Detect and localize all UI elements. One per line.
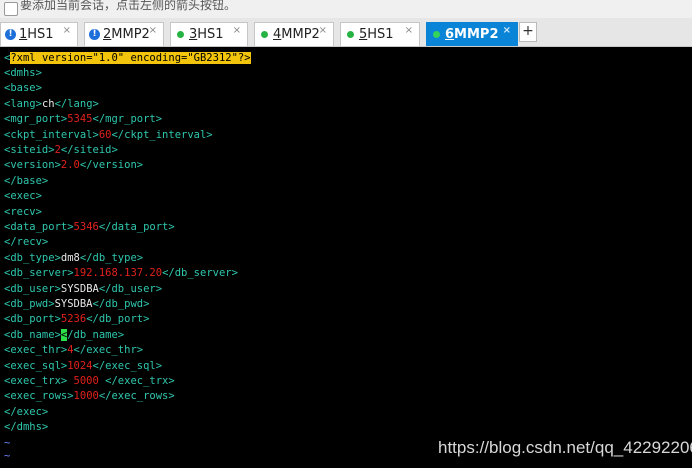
tab-label: 2MMP2 (103, 27, 150, 42)
xml-line: <exec_sql>1024</exec_sql> (4, 359, 163, 372)
status-dot-icon (177, 31, 184, 38)
xml-line: </base> (4, 174, 49, 187)
status-dot-icon (433, 31, 440, 38)
terminal-view[interactable]: <?xml version="1.0" encoding="GB2312"?> … (0, 47, 692, 468)
new-tab-button[interactable]: + (519, 22, 537, 42)
close-tab-icon[interactable]: × (503, 25, 511, 36)
search-highlight: ?xml version="1.0" encoding="GB2312" (10, 52, 238, 64)
watermark: https://blog.csdn.net/qq_42292206 (438, 438, 692, 457)
info-icon: ! (5, 29, 16, 40)
xml-line: <siteid>2</siteid> (4, 144, 118, 156)
xml-line: <dmhs> (4, 67, 42, 79)
tab-1[interactable]: ! 1HS1 × (0, 22, 78, 46)
tab-2[interactable]: ! 2MMP2 × (84, 22, 164, 46)
xml-line: <db_pwd>SYSDBA</db_pwd> (4, 298, 150, 310)
status-dot-icon (347, 31, 354, 38)
xml-line: <db_name></db_name> (4, 328, 125, 341)
xml-line: </recv> (4, 236, 49, 249)
session-hint-bar: 要添加当前会话，点击左侧的箭头按钮。 (0, 0, 692, 18)
xml-line: <version>2.0</version> (4, 159, 144, 172)
xml-line: </dmhs> (4, 421, 49, 434)
tab-6[interactable]: 6MMP2 × (426, 22, 518, 46)
xml-line: <db_type>dm8</db_type> (4, 251, 144, 264)
info-icon: ! (89, 29, 100, 40)
xml-line: <exec_thr>4</exec_thr> (4, 344, 144, 357)
xml-line: <exec> (4, 190, 42, 203)
hint-text: 要添加当前会话，点击左侧的箭头按钮。 (20, 0, 237, 12)
close-tab-icon[interactable]: × (233, 25, 241, 36)
xml-declaration-line: <?xml version="1.0" encoding="GB2312"?> (4, 52, 251, 64)
xml-line: <data_port>5346</data_port> (4, 221, 175, 233)
arrow-icon[interactable] (4, 2, 18, 16)
tab-3[interactable]: 3HS1 × (170, 22, 248, 46)
status-dot-icon (261, 31, 268, 38)
xml-line: <db_user>SYSDBA</db_user> (4, 282, 163, 295)
xml-line: </exec> (4, 405, 49, 418)
xml-line: <mgr_port>5345</mgr_port> (4, 113, 163, 126)
tab-label: 3HS1 (189, 27, 224, 42)
xml-line: <db_server>192.168.137.20</db_server> (4, 267, 238, 280)
xml-line: <base> (4, 82, 42, 95)
xml-line: <db_port>5236</db_port> (4, 313, 150, 326)
xml-line: <exec_rows>1000</exec_rows> (4, 390, 175, 403)
tab-label: 4MMP2 (273, 27, 320, 42)
close-tab-icon[interactable]: × (405, 25, 413, 36)
xml-line: <ckpt_interval>60</ckpt_interval> (4, 128, 213, 141)
close-tab-icon[interactable]: × (149, 25, 157, 36)
tab-label: 1HS1 (19, 27, 54, 42)
tab-label: 5HS1 (359, 27, 394, 42)
close-tab-icon[interactable]: × (63, 25, 71, 36)
xml-line: <lang>ch</lang> (4, 97, 99, 110)
xml-line: <exec_trx> 5000 </exec_trx> (4, 375, 175, 387)
empty-line-tilde: ~ (4, 449, 11, 462)
xml-line: <recv> (4, 205, 42, 218)
close-tab-icon[interactable]: × (319, 25, 327, 36)
tab-4[interactable]: 4MMP2 × (254, 22, 334, 46)
tab-5[interactable]: 5HS1 × (340, 22, 420, 46)
tab-label: 6MMP2 (445, 27, 499, 42)
